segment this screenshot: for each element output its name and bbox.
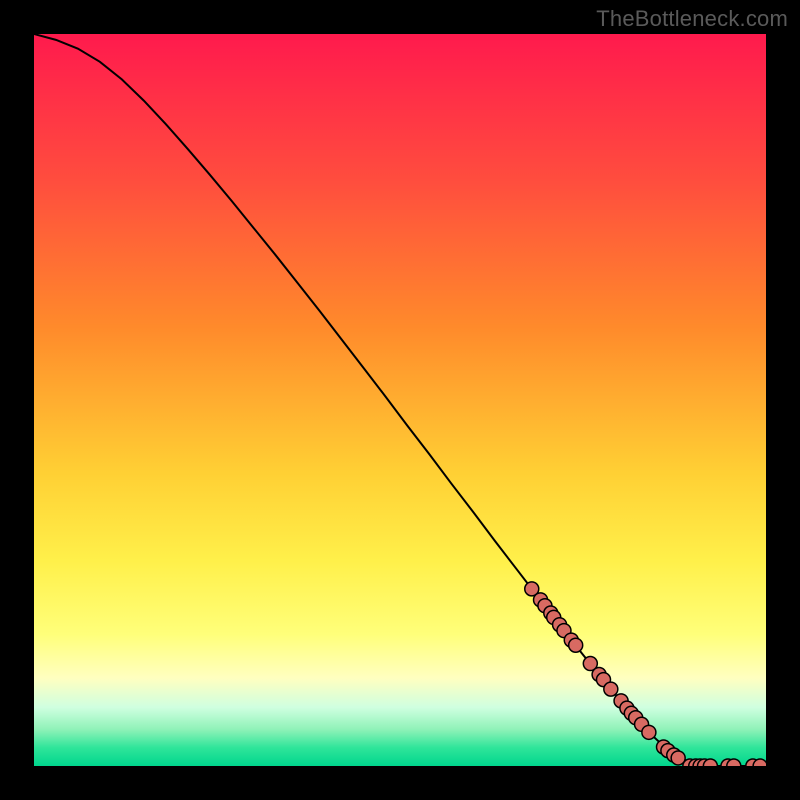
- chart-stage: TheBottleneck.com: [0, 0, 800, 800]
- data-marker: [727, 759, 741, 766]
- data-marker: [604, 682, 618, 696]
- data-marker: [642, 725, 656, 739]
- chart-svg: [34, 34, 766, 766]
- data-marker: [703, 759, 717, 766]
- plot-area: [34, 34, 766, 766]
- watermark-text: TheBottleneck.com: [596, 6, 788, 32]
- gradient-background: [34, 34, 766, 766]
- data-marker: [569, 638, 583, 652]
